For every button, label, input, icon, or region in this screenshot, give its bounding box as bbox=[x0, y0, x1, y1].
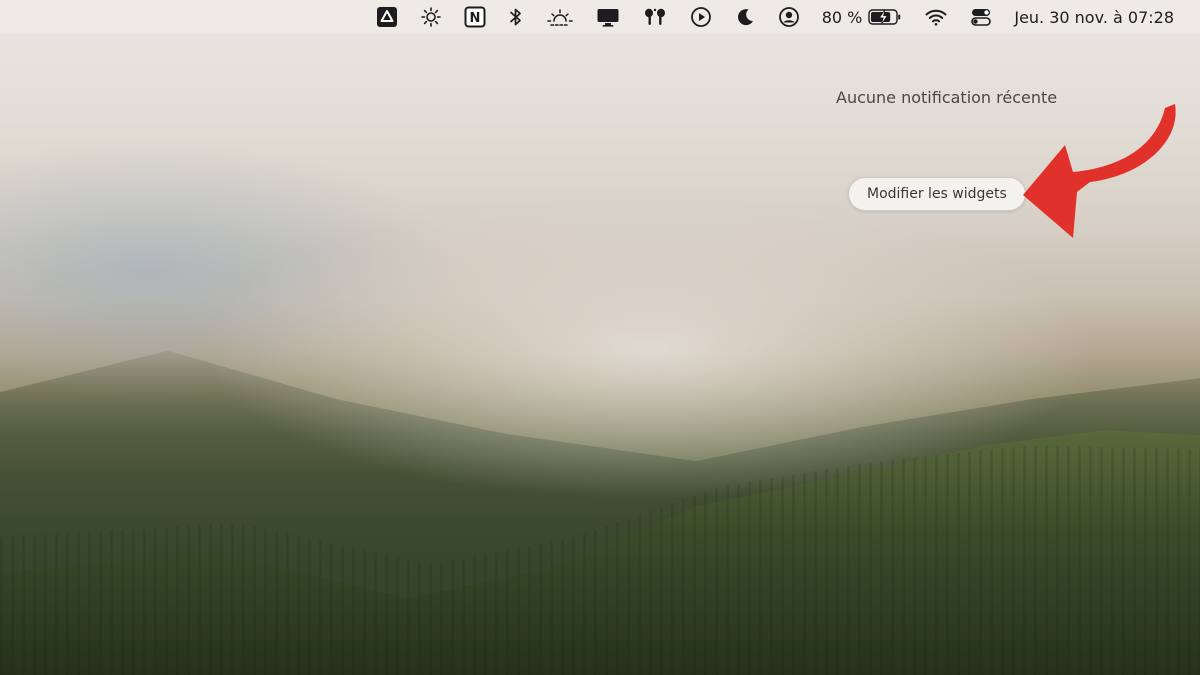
battery-charging-icon bbox=[868, 9, 901, 25]
notion-glyph: N bbox=[469, 11, 480, 26]
airpods-icon[interactable] bbox=[642, 0, 668, 34]
display-icon[interactable] bbox=[596, 0, 620, 34]
night-shift-icon[interactable] bbox=[546, 0, 574, 34]
menu-bar-clock[interactable]: Jeu. 30 nov. à 07:28 bbox=[1014, 8, 1174, 27]
desktop-wallpaper: N 80 % Jeu. 30 nov. à 07:28 Aucune notif… bbox=[0, 0, 1200, 675]
battery-status[interactable]: 80 % bbox=[822, 7, 903, 27]
user-account-icon[interactable] bbox=[778, 0, 800, 34]
google-drive-icon[interactable] bbox=[376, 0, 398, 34]
now-playing-icon[interactable] bbox=[690, 0, 712, 34]
brightness-icon[interactable] bbox=[420, 0, 442, 34]
notion-icon[interactable]: N bbox=[464, 0, 486, 34]
battery-percent: 80 % bbox=[821, 7, 863, 27]
menu-bar: N 80 % Jeu. 30 nov. à 07:28 bbox=[0, 0, 1200, 34]
red-arrow-annotation-icon bbox=[1023, 104, 1176, 238]
edit-widgets-button[interactable]: Modifier les widgets bbox=[848, 177, 1026, 211]
control-center-icon[interactable] bbox=[970, 0, 992, 34]
bluetooth-icon[interactable] bbox=[508, 0, 524, 34]
wifi-icon[interactable] bbox=[924, 0, 948, 34]
focus-moon-icon[interactable] bbox=[734, 0, 756, 34]
